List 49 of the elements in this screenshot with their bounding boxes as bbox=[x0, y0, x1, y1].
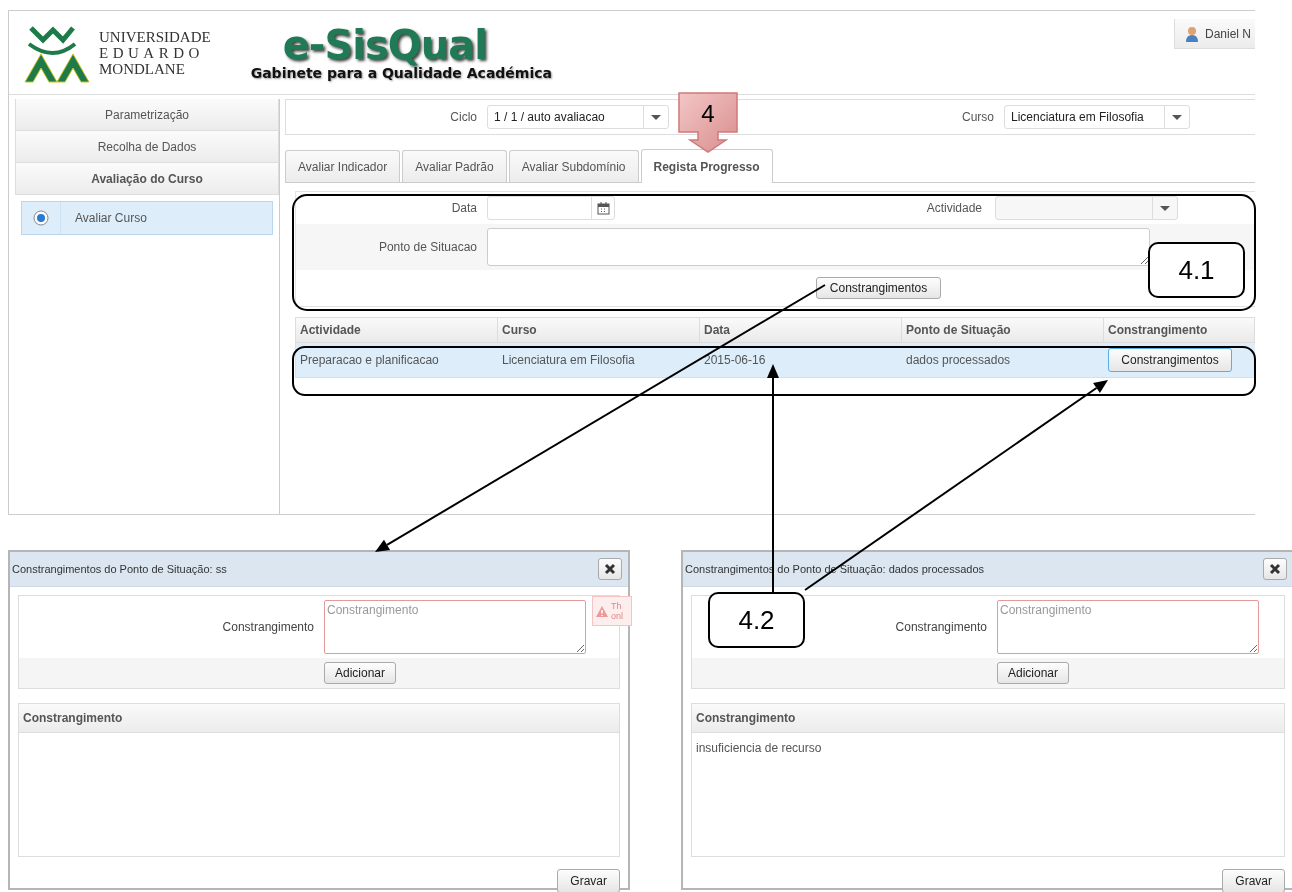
constraint-text-area[interactable]: Constrangimento bbox=[324, 600, 586, 654]
constraints-button[interactable]: Constrangimentos bbox=[1108, 348, 1232, 372]
field-label: Actividade bbox=[926, 201, 983, 215]
tab[interactable]: Avaliar Padrão bbox=[402, 150, 507, 182]
column-header: Ponto de Situação bbox=[902, 318, 1104, 343]
course-dropdown[interactable]: Licenciatura em Filosofia bbox=[1004, 105, 1190, 129]
save-button[interactable]: Gravar bbox=[557, 869, 620, 892]
field-label: Ponto de Situacao bbox=[377, 240, 478, 254]
app-subtitle: Gabinete para a Qualidade Académica bbox=[250, 64, 552, 81]
step-label: 4.2 bbox=[738, 604, 775, 636]
university-name: UNIVERSIDADE bbox=[99, 28, 211, 45]
column-header: Data bbox=[700, 318, 902, 343]
field-label: Ciclo bbox=[449, 110, 478, 124]
step-label: 4.1 bbox=[1178, 254, 1215, 286]
cycle-dropdown[interactable]: 1 / 1 / auto avaliacao bbox=[487, 105, 669, 129]
table-cell-text: dados processados bbox=[905, 352, 1012, 369]
tooltip-text: onl bbox=[611, 611, 623, 621]
field-label: Constrangimento bbox=[221, 620, 315, 634]
university-name: EDUARDO bbox=[99, 44, 205, 61]
field-label: Curso bbox=[962, 110, 995, 124]
table-cell-text: 2015-06-16 bbox=[703, 352, 767, 369]
tooltip-text: Th bbox=[611, 601, 623, 611]
field-label: Data bbox=[450, 201, 478, 215]
tab[interactable]: Avaliar Subdomínio bbox=[508, 150, 639, 182]
accordion-header[interactable]: Recolha de Dados bbox=[15, 131, 279, 163]
table-cell-text: insuficiencia de recurso bbox=[695, 740, 823, 755]
column-header: Constrangimento bbox=[1104, 318, 1255, 343]
tab[interactable]: Avaliar Indicador bbox=[285, 150, 401, 182]
user-menu-button[interactable]: Daniel N bbox=[1173, 19, 1255, 49]
constraints-button[interactable]: Constrangimentos bbox=[816, 277, 941, 299]
accordion-header[interactable]: Parametrização bbox=[15, 99, 279, 131]
accordion-header[interactable]: Avaliação do Curso bbox=[15, 163, 279, 195]
add-button[interactable]: Adicionar bbox=[324, 662, 397, 684]
column-header: Constrangimento bbox=[692, 704, 1284, 733]
dialog-title: Constrangimentos do Ponto de Situação: ss bbox=[12, 563, 228, 575]
tab[interactable]: Regista Progresso bbox=[640, 149, 773, 183]
university-name: MONDLANE bbox=[99, 60, 186, 77]
save-button[interactable]: Gravar bbox=[1222, 869, 1285, 892]
table-cell-text: Licenciatura em Filosofia bbox=[501, 352, 636, 369]
table-cell-text: Preparacao e planificacao bbox=[299, 352, 440, 369]
column-header: Constrangimento bbox=[19, 704, 619, 733]
app-title: e-SisQual bbox=[282, 24, 487, 65]
step-label: 4 bbox=[701, 100, 715, 127]
table-row[interactable]: Preparacao e planificacao Licenciatura em Filosofia 2015-06-16 dados processados Constrangimentos bbox=[296, 343, 1255, 377]
menu-item[interactable]: Avaliar Curso bbox=[61, 211, 147, 225]
constraint-text-area[interactable]: Constrangimento bbox=[997, 600, 1259, 654]
column-header: Curso bbox=[498, 318, 700, 343]
add-button[interactable]: Adicionar bbox=[997, 662, 1070, 684]
column-header: Actividade bbox=[296, 318, 498, 343]
